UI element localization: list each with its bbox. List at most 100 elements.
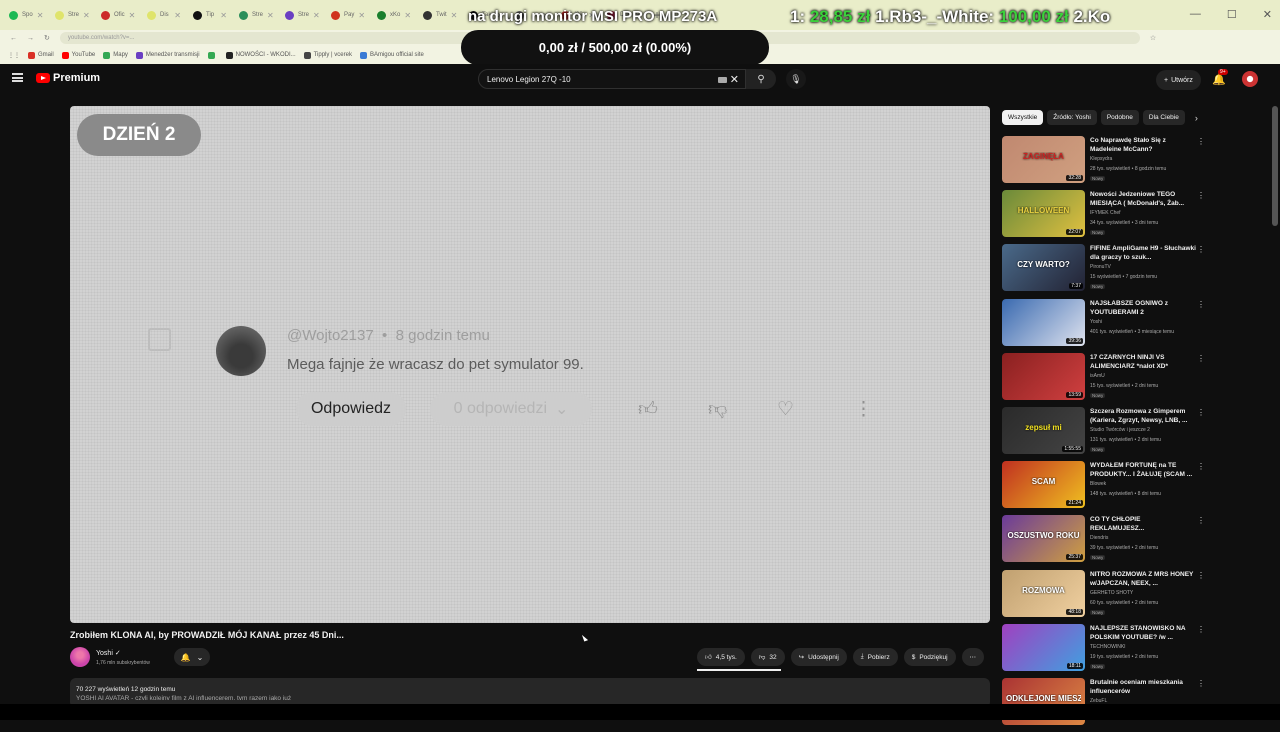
- tab-label: xKo: [390, 12, 401, 18]
- chip-filter[interactable]: Dla Ciebie: [1142, 110, 1185, 125]
- close-tab-icon[interactable]: ✕: [404, 11, 411, 20]
- chip-filter[interactable]: Źródło: Yoshi: [1047, 110, 1097, 125]
- video-thumbnail[interactable]: CZY WARTO? 7:37: [1002, 244, 1085, 292]
- bookmark-favicon: [135, 51, 143, 59]
- apps-grid-icon[interactable]: ⋮⋮: [8, 52, 20, 59]
- close-tab-icon[interactable]: ✕: [451, 11, 458, 20]
- download-button[interactable]: ⤓ Pobierz: [852, 648, 898, 666]
- more-vert-icon[interactable]: ⋮: [1197, 516, 1205, 525]
- youtube-logo[interactable]: Premium: [36, 72, 100, 84]
- notifications-button[interactable]: 🔔 9+: [1212, 69, 1228, 86]
- recommended-video[interactable]: 13:59 17 CZARNYCH NINJI VS ALIMENCIARZ *n…: [1002, 352, 1208, 407]
- more-vert-icon[interactable]: ⋮: [1197, 571, 1205, 580]
- recommended-title: Szczera Rozmowa z Gimperem (Kariera, Zgr…: [1090, 407, 1188, 424]
- browser-tab[interactable]: xKo ✕: [372, 3, 416, 27]
- reload-icon[interactable]: ↻: [44, 34, 50, 42]
- video-thumbnail[interactable]: 39:36: [1002, 298, 1085, 346]
- video-thumbnail[interactable]: ROZMOWA 48:18: [1002, 569, 1085, 617]
- more-vert-icon[interactable]: ⋮: [1197, 245, 1205, 254]
- video-thumbnail[interactable]: 18:11: [1002, 623, 1085, 671]
- more-vert-icon[interactable]: ⋮: [1197, 354, 1205, 363]
- comment-time: 8 godzin temu: [395, 327, 490, 344]
- bookmark-item[interactable]: NOWOŚCI - WKODI...: [225, 51, 296, 59]
- close-tab-icon[interactable]: ✕: [358, 11, 365, 20]
- recommended-video[interactable]: ZAGINĘŁA 32:28 Co Naprawdę Stało Się z Mad…: [1002, 136, 1208, 190]
- account-avatar[interactable]: [1242, 71, 1258, 87]
- close-tab-icon[interactable]: ✕: [83, 11, 90, 20]
- bookmark-item[interactable]: Tipply | vcerek: [303, 51, 352, 59]
- channel-name[interactable]: Yoshi ✓: [96, 649, 121, 657]
- chevron-right-icon[interactable]: ›: [1195, 113, 1198, 123]
- browser-tab[interactable]: Dis ✕: [142, 3, 186, 27]
- bookmark-item[interactable]: Gmail: [28, 51, 54, 59]
- close-window-icon[interactable]: ✕: [1263, 8, 1272, 21]
- dislike-button[interactable]: 👎︎ 32: [750, 648, 785, 666]
- more-vert-icon[interactable]: ⋮: [1197, 679, 1205, 688]
- recommended-video[interactable]: CZY WARTO? 7:37 FIFINE AmpliGame H9 - Słuc…: [1002, 244, 1208, 298]
- video-thumbnail[interactable]: SCAM 21:24: [1002, 461, 1085, 509]
- close-tab-icon[interactable]: ✕: [129, 11, 136, 20]
- browser-tab[interactable]: Stre ✕: [280, 3, 324, 27]
- chip-all[interactable]: Wszystkie: [1002, 110, 1044, 125]
- ticker-text-b: 1.Rb3-_-White:: [870, 7, 999, 26]
- thanks-button[interactable]: $ Podziękuj: [903, 648, 956, 666]
- share-button[interactable]: ↪ Udostępnij: [790, 648, 847, 666]
- recommended-video[interactable]: HALLOWEEN 22:07 Nowości Jedzeniowe TEGO MI…: [1002, 190, 1208, 244]
- page-scrollbar[interactable]: [1272, 106, 1278, 226]
- close-tab-icon[interactable]: ✕: [37, 11, 44, 20]
- more-actions-button[interactable]: ⋯: [961, 648, 985, 666]
- like-button[interactable]: 👍︎ 4,5 tys.: [697, 648, 745, 666]
- recommended-video[interactable]: zepsuł mi 1:55:55 Szczera Rozmowa z Gimper…: [1002, 406, 1208, 461]
- video-player[interactable]: DZIEŃ 2 @Wojto2137 • 8 godzin temu Mega …: [70, 106, 990, 623]
- ticker-text-a: 1:: [790, 7, 810, 26]
- create-button[interactable]: + Utwórz: [1156, 70, 1201, 90]
- more-vert-icon[interactable]: ⋮: [1197, 408, 1205, 417]
- recommended-video[interactable]: 18:11 NAJLEPSZE STANOWISKO NA POLSKIM YOU…: [1002, 623, 1208, 678]
- bookmark-item[interactable]: Menedżer transmisji: [135, 51, 200, 59]
- menu-icon[interactable]: [12, 73, 23, 82]
- clear-search-icon[interactable]: ✕: [730, 73, 739, 86]
- browser-tab[interactable]: Tip ✕: [188, 3, 232, 27]
- forward-icon[interactable]: →: [27, 35, 34, 42]
- more-vert-icon[interactable]: ⋮: [1197, 462, 1205, 471]
- browser-tab[interactable]: Twit ✕: [418, 3, 462, 27]
- video-thumbnail[interactable]: HALLOWEEN 22:07: [1002, 190, 1085, 238]
- recommended-video[interactable]: SCAM 21:24 WYDAŁEM FORTUNĘ na TE PRODUKTY.…: [1002, 461, 1208, 515]
- recommended-video[interactable]: OSZUSTWO ROKU 25:37 CO TY CHŁOPIE REKLAMUJ…: [1002, 515, 1208, 569]
- recommended-video[interactable]: ROZMOWA 48:18 NITRO ROZMOWA Z MRS HONEY w/…: [1002, 569, 1208, 624]
- bookmark-item[interactable]: [207, 51, 218, 59]
- replies-label: 0 odpowiedzi: [453, 400, 547, 417]
- maximize-icon[interactable]: ☐: [1227, 8, 1237, 21]
- channel-avatar[interactable]: [70, 647, 90, 667]
- more-vert-icon[interactable]: ⋮: [1197, 625, 1205, 634]
- search-input[interactable]: Lenovo Legion 27Q -10 ✕: [478, 69, 746, 89]
- bookmark-item[interactable]: YouTube: [61, 51, 95, 59]
- more-vert-icon[interactable]: ⋮: [1197, 137, 1205, 146]
- chip-filter[interactable]: Podobne: [1100, 110, 1139, 125]
- close-tab-icon[interactable]: ✕: [174, 11, 181, 20]
- video-thumbnail[interactable]: ZAGINĘŁA 32:28: [1002, 136, 1085, 183]
- voice-search-button[interactable]: 🎙: [786, 69, 806, 89]
- browser-tab[interactable]: Ofic ✕: [96, 3, 140, 27]
- more-vert-icon[interactable]: ⋮: [1197, 300, 1205, 309]
- keyboard-icon[interactable]: [718, 77, 727, 83]
- more-vert-icon[interactable]: ⋮: [1197, 191, 1205, 200]
- browser-tab[interactable]: Stre ✕: [50, 3, 94, 27]
- bookmark-item[interactable]: BAmigou official site: [359, 51, 424, 59]
- recommended-video[interactable]: 39:36 NAJSŁABSZE OGNIWO z YOUTUBERAMI 2 Yo…: [1002, 298, 1208, 353]
- minimize-icon[interactable]: —: [1190, 8, 1201, 21]
- bookmark-item[interactable]: Mapy: [103, 51, 128, 59]
- video-thumbnail[interactable]: 13:59: [1002, 352, 1085, 400]
- back-icon[interactable]: ←: [10, 35, 17, 42]
- video-thumbnail[interactable]: zepsuł mi 1:55:55: [1002, 406, 1085, 454]
- browser-tab[interactable]: Pay ✕: [326, 3, 370, 27]
- browser-tab[interactable]: Spo ✕: [4, 3, 48, 27]
- close-tab-icon[interactable]: ✕: [220, 11, 227, 20]
- subscription-bell-button[interactable]: 🔔 ⌄: [174, 648, 210, 666]
- close-tab-icon[interactable]: ✕: [267, 11, 274, 20]
- star-icon[interactable]: ☆: [1150, 34, 1156, 42]
- video-thumbnail[interactable]: OSZUSTWO ROKU 25:37: [1002, 515, 1085, 563]
- browser-tab[interactable]: Stre ✕: [234, 3, 278, 27]
- close-tab-icon[interactable]: ✕: [313, 11, 320, 20]
- search-button[interactable]: ⚲: [746, 69, 776, 89]
